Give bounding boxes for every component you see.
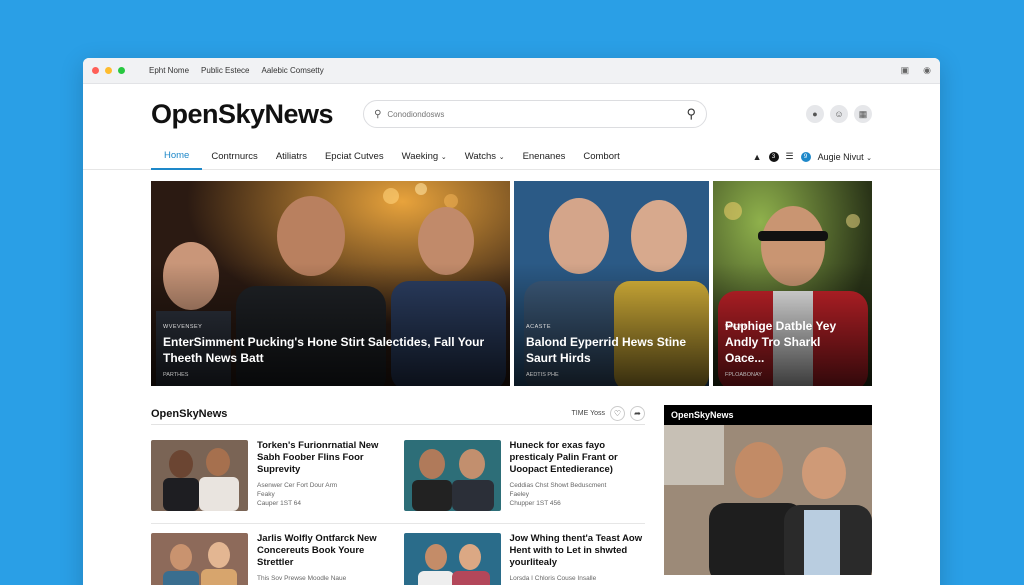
story-thumbnail [403,533,501,585]
sidebar-photo [664,425,872,575]
nav-label: Watchs [464,151,497,162]
nav-label: Epciat Cutves [324,151,384,162]
story-list: Torken's Furionrnatial New Sabh Foober F… [151,440,645,585]
nav-label: Waeking [401,151,439,162]
hero-kicker: ACASTE [526,324,552,330]
nav-item[interactable]: Contrnurcs [202,144,266,170]
story-thumbnail [151,533,248,585]
section-title: OpenSkyNews [151,407,228,420]
user-icon[interactable]: ☺ [830,105,848,123]
nav-item[interactable]: Atiliatrs [267,144,316,170]
share-icon[interactable]: ➦ [630,406,645,421]
mic-icon[interactable]: ● [806,105,824,123]
search-submit-icon[interactable]: ⚲ [687,106,697,122]
sidebar-image[interactable] [664,425,872,575]
sidebar-widget: OpenSkyNews [664,405,872,575]
browser-chrome: Epht Nome Public Estece Aalebic Comsetty… [83,58,940,84]
story-author: Feaky [257,491,275,498]
account-menu[interactable]: Augie Nivut ⌄ [818,152,872,162]
site-logo[interactable]: OpenSkyNews [151,99,334,130]
browser-tab[interactable]: Aalebic Comsetty [262,66,324,75]
story-photo [151,533,248,585]
search-bar[interactable]: ⚲ ⚲ [363,100,708,128]
hero-kicker: WVEVENSEY [163,324,203,330]
browser-tab[interactable]: Public Estece [201,66,249,75]
nav-label: Atiliatrs [275,151,307,162]
hero-headline[interactable]: Balond Eyperrid Hews Stine Saurt Hirds [526,334,699,366]
list-item[interactable]: Torken's Furionrnatial New Sabh Foober F… [151,440,393,511]
list-item[interactable]: Jarlis Wolfly Ontfarck New Concereuts Bo… [151,533,393,585]
nav-item[interactable]: Enenanes [514,144,575,170]
chevron-down-icon: ⌄ [866,154,872,162]
story-source: This Sov Prewse Moodle Naue [257,575,347,582]
story-time: Cauper 1ST 64 [257,500,301,507]
main-nav: Home Contrnurcs Atiliatrs Epciat Cutves … [83,144,940,170]
story-thumbnail [403,440,501,511]
chevron-down-icon: ⌄ [440,153,447,161]
story-headline[interactable]: Torken's Furionrnatial New Sabh Foober F… [257,440,393,476]
minimize-window-dot[interactable] [105,67,112,74]
grid-icon[interactable]: ▦ [854,105,872,123]
search-input[interactable] [387,109,681,119]
story-author: Faeley [509,491,530,498]
chevron-down-icon: ⌄ [498,153,505,161]
globe-icon[interactable]: ◉ [923,65,931,76]
nav-item[interactable]: Epciat Cutves [316,144,393,170]
hero-story[interactable]: ACASTE Balond Eyperrid Hews Stine Saurt … [514,181,709,386]
story-photo [403,440,501,511]
story-photo [151,440,248,511]
notification-badge: 3 [768,151,779,162]
story-headline[interactable]: Huneck for exas fayo presticaly Palin Fr… [510,440,646,476]
section-header: OpenSkyNews TIME Yoss ♡ ➦ [151,403,645,425]
story-source: Asenwer Cer Fort Dour Arm [257,482,338,489]
menu-icon[interactable]: ☰ [786,151,794,162]
nav-label: Enenanes [522,151,566,162]
site-header: OpenSkyNews ⚲ ⚲ ● ☺ ▦ [83,84,940,144]
nav-item-home[interactable]: Home [151,144,203,170]
browser-tabs: Epht Nome Public Estece Aalebic Comsetty [149,66,324,75]
nav-label: Combort [583,151,620,162]
message-badge: 9 [800,151,811,162]
maximize-window-dot[interactable] [118,67,125,74]
hero-headline[interactable]: EnterSimment Pucking's Hone Stirt Salect… [163,334,500,366]
list-item[interactable]: Huneck for exas fayo presticaly Palin Fr… [403,440,646,511]
nav-item[interactable]: Combort [574,144,628,170]
browser-tab[interactable]: Epht Nome [149,66,189,75]
camera-icon[interactable]: ▣ [901,65,910,76]
story-source: Ceddias Chst Showt Beduscment [509,482,607,489]
story-photo [403,533,501,585]
bell-icon[interactable]: ▲ [753,152,762,162]
list-item[interactable]: Jow Whing thent'a Teast Aow Hent with to… [403,533,646,585]
story-headline[interactable]: Jarlis Wolfly Ontfarck New Concereuts Bo… [257,533,393,569]
story-headline[interactable]: Jow Whing thent'a Teast Aow Hent with to… [510,533,646,569]
hero-grid: WVEVENSEY EnterSimment Pucking's Hone St… [151,181,872,386]
nav-label: Contrnurcs [211,151,258,162]
hero-headline[interactable]: Puphige Datble Yey Andly Tro Sharkl Oace… [725,318,862,366]
nav-item-dropdown[interactable]: Waeking ⌄ [393,144,456,170]
hero-story[interactable]: WVEVENSEY EnterSimment Pucking's Hone St… [151,181,510,386]
heart-icon[interactable]: ♡ [610,406,625,421]
sidebar-title: OpenSkyNews [664,405,872,425]
story-thumbnail [151,440,248,511]
hero-meta: FPLOABONAY [725,372,762,378]
hero-meta: PARTHES [163,372,189,378]
account-name: Augie Nivut [817,151,864,162]
time-filter-label[interactable]: TIME Yoss [572,410,605,417]
browser-window: Epht Nome Public Estece Aalebic Comsetty… [83,58,940,585]
hero-meta: AEDTIS PHE [526,372,559,378]
hero-story[interactable]: WAONK Puphige Datble Yey Andly Tro Shark… [713,181,872,386]
search-icon: ⚲ [374,108,382,120]
nav-item-dropdown[interactable]: Watchs ⌄ [456,144,514,170]
list-divider [151,523,645,524]
story-time: Chupper 1ST 456 [509,500,561,507]
close-window-dot[interactable] [92,67,99,74]
nav-label: Home [164,150,190,161]
story-source: Lorsda I Chloris Couse Insalle [509,575,597,582]
